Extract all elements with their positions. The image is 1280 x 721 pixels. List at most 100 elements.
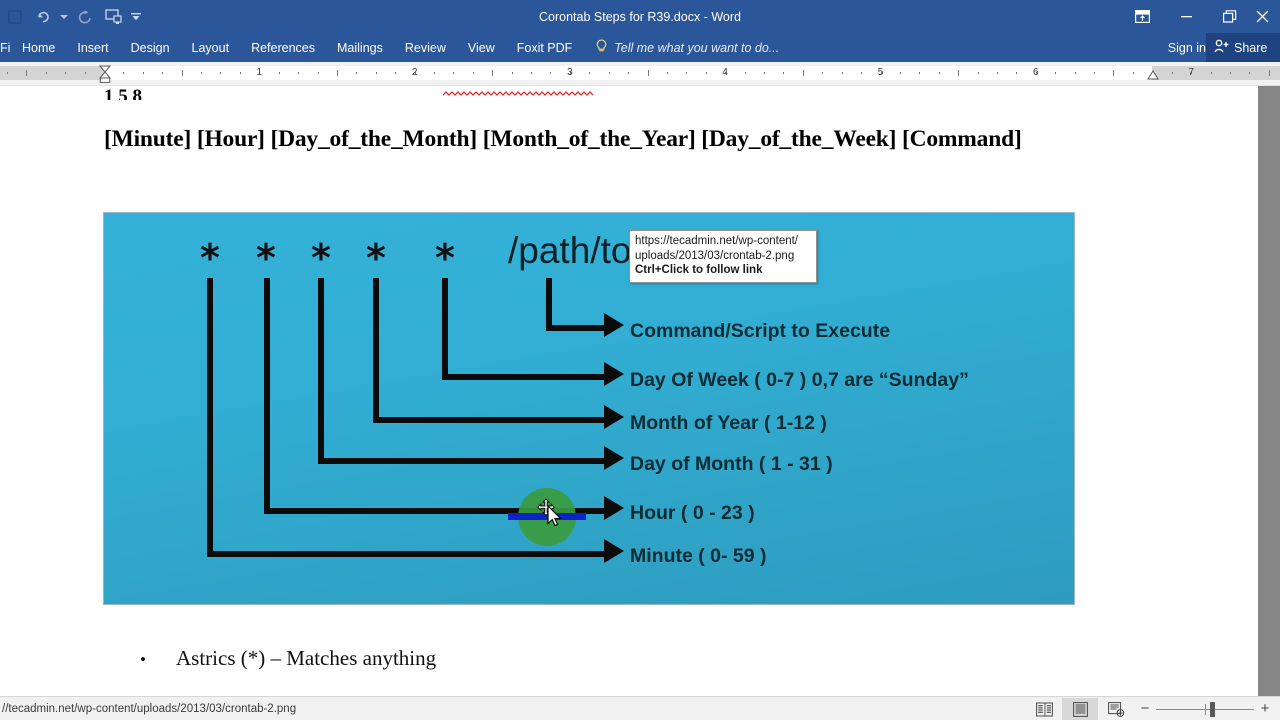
- label-hour: Hour ( 0 - 23 ): [630, 502, 755, 525]
- ruler-number: 7: [1188, 66, 1194, 80]
- tab-insert[interactable]: Insert: [66, 33, 119, 62]
- ruler-tick: [1269, 70, 1270, 76]
- ruler-tick: [1172, 72, 1173, 74]
- tab-review[interactable]: Review: [394, 33, 457, 62]
- connector-month-horizontal: [373, 417, 608, 423]
- connector-dom-horizontal: [318, 458, 608, 464]
- move-cursor: [536, 497, 570, 531]
- ruler-tick: [1230, 72, 1231, 74]
- share-label: Share: [1234, 41, 1267, 55]
- ruler-tick: [337, 70, 338, 76]
- ruler-tick: [26, 70, 27, 76]
- close-button[interactable]: [1252, 2, 1280, 32]
- ruler-tick: [453, 72, 454, 74]
- ruler-tick: [395, 72, 396, 74]
- hyperlink-tooltip: https://tecadmin.net/wp-content/ uploads…: [629, 230, 817, 283]
- ruler-tick: [686, 72, 687, 74]
- tooltip-hint: Ctrl+Click to follow link: [635, 263, 811, 278]
- ruler-tick: [1113, 70, 1114, 76]
- zoom-out-button[interactable]: −: [1134, 698, 1156, 720]
- bullet-marker: •: [140, 650, 176, 670]
- ruler-tick: [85, 72, 86, 74]
- print-layout-button[interactable]: [1062, 698, 1098, 720]
- person-share-icon: [1214, 39, 1229, 56]
- arrow-dom: [604, 446, 624, 470]
- right-indent-marker[interactable]: [1147, 70, 1159, 80]
- label-minute: Minute ( 0- 59 ): [630, 545, 767, 568]
- zoom-slider-thumb[interactable]: [1210, 702, 1215, 717]
- zoom-slider[interactable]: [1156, 698, 1254, 720]
- spelling-squiggle: [443, 91, 593, 97]
- crontab-diagram-image[interactable]: * * * * * /path/to/script.sh: [104, 213, 1074, 604]
- undo-icon[interactable]: [30, 5, 56, 29]
- share-button[interactable]: Share: [1206, 33, 1280, 62]
- ruler-tick: [512, 72, 513, 74]
- ruler-tick: [65, 72, 66, 74]
- ribbon-display-options-icon[interactable]: [1120, 2, 1164, 32]
- connector-month-vertical: [373, 278, 379, 423]
- tab-home[interactable]: Home: [11, 33, 66, 62]
- minimize-button[interactable]: [1164, 2, 1208, 32]
- list-item: • Astrics (*) – Matches anything: [140, 646, 436, 671]
- tab-file[interactable]: File: [0, 33, 11, 62]
- ruler-tick: [628, 72, 629, 74]
- ruler-tick: [46, 72, 47, 74]
- tab-layout[interactable]: Layout: [181, 33, 241, 62]
- ruler-tick: [143, 72, 144, 74]
- ruler-tick: [842, 72, 843, 74]
- undo-dropdown-icon[interactable]: [58, 5, 70, 29]
- ruler-number: 4: [722, 66, 728, 80]
- tab-references[interactable]: References: [240, 33, 326, 62]
- document-canvas[interactable]: 1 5 8 [Minute] [Hour] [Day_of_the_Month]…: [0, 86, 1280, 696]
- ruler-tick: [589, 72, 590, 74]
- ruler-tick: [1249, 72, 1250, 74]
- sign-in-button[interactable]: Sign in: [1168, 33, 1206, 62]
- ruler-tick: [978, 72, 979, 74]
- zoom-in-button[interactable]: +: [1254, 698, 1276, 720]
- ruler-tick: [667, 72, 668, 74]
- document-page[interactable]: 1 5 8 [Minute] [Hour] [Day_of_the_Month]…: [0, 86, 1258, 696]
- tab-foxit-pdf[interactable]: Foxit PDF: [506, 33, 584, 62]
- connector-hour-vertical: [264, 278, 270, 514]
- touch-mouse-mode-icon[interactable]: [100, 5, 126, 29]
- label-dow: Day Of Week ( 0-7 ) 0,7 are “Sunday”: [630, 369, 969, 392]
- ruler-tick: [958, 70, 959, 76]
- ruler-tick: [783, 72, 784, 74]
- ruler-tick: [356, 72, 357, 74]
- ruler-tick: [1075, 72, 1076, 74]
- window-controls: [1120, 0, 1280, 33]
- ruler-tick: [376, 72, 377, 74]
- tab-design[interactable]: Design: [120, 33, 181, 62]
- asterisk-minute: *: [200, 239, 220, 277]
- lightbulb-icon: [595, 39, 608, 57]
- web-layout-button[interactable]: [1098, 698, 1134, 720]
- ruler-number: 2: [412, 66, 418, 80]
- ribbon-tab-bar: File Home Insert Design Layout Reference…: [0, 33, 1280, 62]
- customize-quick-access-icon[interactable]: [128, 5, 144, 29]
- restore-button[interactable]: [1208, 2, 1252, 32]
- ruler-tick: [201, 72, 202, 74]
- ruler-tick: [939, 72, 940, 74]
- tab-view[interactable]: View: [457, 33, 506, 62]
- arrow-month: [604, 405, 624, 429]
- left-indent-marker[interactable]: [99, 65, 111, 83]
- ruler-tick: [1016, 72, 1017, 74]
- tell-me-box[interactable]: Tell me what you want to do...: [595, 39, 779, 57]
- ruler-number: 3: [567, 66, 573, 80]
- ruler-tick: [900, 72, 901, 74]
- ruler-tick: [764, 72, 765, 74]
- ruler-tick: [531, 72, 532, 74]
- tab-mailings[interactable]: Mailings: [326, 33, 394, 62]
- connector-command-vertical: [546, 278, 552, 331]
- asterisk-day-of-month: *: [311, 239, 331, 277]
- zoom-slider-midpoint: [1205, 704, 1206, 715]
- status-bar-right: − +: [1026, 697, 1276, 721]
- label-dom: Day of Month ( 1 - 31 ): [630, 453, 833, 476]
- ruler-tick: [279, 72, 280, 74]
- ruler-tick: [997, 72, 998, 74]
- redo-icon[interactable]: [72, 5, 98, 29]
- ruler-tick: [1211, 72, 1212, 74]
- read-mode-button[interactable]: [1026, 698, 1062, 720]
- ruler[interactable]: 1234567: [0, 62, 1280, 86]
- save-icon[interactable]: [2, 5, 28, 29]
